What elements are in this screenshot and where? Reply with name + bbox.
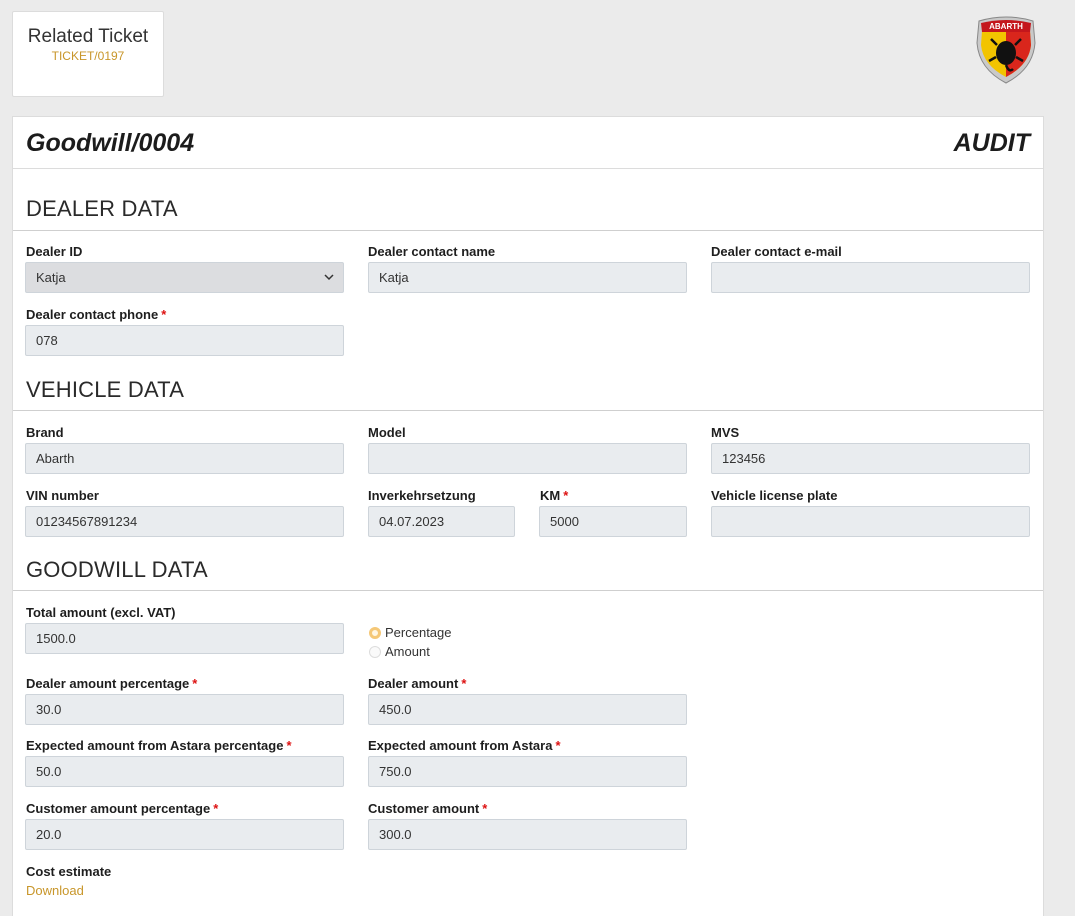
related-ticket-link[interactable]: TICKET/0197 — [13, 49, 163, 63]
model-field[interactable] — [368, 443, 687, 474]
required-marker: * — [286, 738, 292, 753]
vehicle-section-title: VEHICLE DATA — [26, 377, 185, 402]
vin-label: VIN number — [26, 488, 99, 503]
dealer-contact-email-label: Dealer contact e-mail — [711, 244, 842, 259]
required-marker: * — [192, 676, 198, 691]
cost-estimate-label: Cost estimate — [26, 864, 112, 879]
required-marker: * — [482, 801, 488, 816]
customer-pct-field[interactable]: 20.0 — [25, 819, 344, 850]
section-divider — [13, 410, 1043, 411]
required-marker: * — [161, 307, 167, 322]
required-marker: * — [213, 801, 219, 816]
dealer-contact-phone-label-text: Dealer contact phone — [26, 307, 159, 322]
total-amount-label: Total amount (excl. VAT) — [26, 605, 176, 620]
km-field[interactable]: 5000 — [539, 506, 687, 537]
required-marker: * — [555, 738, 561, 753]
radio-unselected-icon — [369, 645, 381, 658]
required-marker: * — [563, 488, 569, 503]
dealer-contact-phone-label: Dealer contact phone * — [26, 307, 166, 322]
license-plate-field[interactable] — [711, 506, 1030, 537]
license-plate-label: Vehicle license plate — [711, 488, 838, 503]
abarth-logo-icon: ABARTH — [976, 16, 1036, 84]
section-divider — [13, 230, 1043, 231]
radio-percentage-label: Percentage — [385, 625, 452, 640]
download-link[interactable]: Download — [26, 883, 84, 898]
dealer-amount-label: Dealer amount * — [368, 676, 466, 691]
dealer-section-title: DEALER DATA — [26, 196, 178, 221]
dealer-contact-name-label: Dealer contact name — [368, 244, 496, 259]
section-divider — [13, 590, 1043, 591]
dealer-pct-label: Dealer amount percentage * — [26, 676, 197, 691]
astara-amount-field[interactable]: 750.0 — [368, 756, 687, 787]
brand-field[interactable]: Abarth — [25, 443, 344, 474]
radio-percentage[interactable]: Percentage — [369, 625, 452, 640]
radio-selected-icon — [369, 626, 381, 639]
radio-amount[interactable]: Amount — [369, 644, 430, 659]
related-ticket-title: Related Ticket — [27, 26, 149, 47]
dealer-pct-label-text: Dealer amount percentage — [26, 676, 190, 691]
astara-pct-label-text: Expected amount from Astara percentage — [26, 738, 284, 753]
dealer-amount-field[interactable]: 450.0 — [368, 694, 687, 725]
astara-pct-field[interactable]: 50.0 — [25, 756, 344, 787]
status-label: AUDIT — [953, 129, 1030, 157]
goodwill-form-panel: Goodwill/0004 AUDIT DEALER DATA Dealer I… — [12, 116, 1044, 916]
related-ticket-card[interactable]: Related Ticket TICKET/0197 — [12, 11, 164, 97]
svg-text:ABARTH: ABARTH — [989, 22, 1023, 31]
dealer-contact-phone-field[interactable]: 078 — [25, 325, 344, 356]
dealer-id-label: Dealer ID — [26, 244, 83, 259]
vin-field[interactable]: 01234567891234 — [25, 506, 344, 537]
customer-pct-label: Customer amount percentage * — [26, 801, 218, 816]
radio-amount-label: Amount — [385, 644, 430, 659]
dealer-id-select[interactable]: Katja — [25, 262, 344, 293]
astara-amount-label-text: Expected amount from Astara — [368, 738, 553, 753]
mvs-field[interactable]: 123456 — [711, 443, 1030, 474]
registration-date-label: Inverkehrsetzung — [368, 488, 476, 503]
km-label: KM * — [540, 488, 568, 503]
dealer-pct-field[interactable]: 30.0 — [25, 694, 344, 725]
customer-pct-label-text: Customer amount percentage — [26, 801, 211, 816]
brand-label: Brand — [26, 425, 64, 440]
model-label: Model — [368, 425, 406, 440]
panel-header: Goodwill/0004 AUDIT — [13, 117, 1043, 169]
total-amount-field[interactable]: 1500.0 — [25, 623, 344, 654]
dealer-contact-email-field[interactable] — [711, 262, 1030, 293]
mvs-label: MVS — [711, 425, 740, 440]
chevron-down-icon — [324, 274, 334, 281]
page-title: Goodwill/0004 — [26, 129, 195, 157]
customer-amount-label: Customer amount * — [368, 801, 487, 816]
dealer-id-value: Katja — [36, 270, 66, 285]
goodwill-section-title: GOODWILL DATA — [26, 557, 208, 582]
customer-amount-label-text: Customer amount — [368, 801, 480, 816]
dealer-contact-name-field[interactable]: Katja — [368, 262, 687, 293]
customer-amount-field[interactable]: 300.0 — [368, 819, 687, 850]
km-label-text: KM — [540, 488, 561, 503]
dealer-amount-label-text: Dealer amount — [368, 676, 459, 691]
registration-date-field[interactable]: 04.07.2023 — [368, 506, 515, 537]
astara-amount-label: Expected amount from Astara * — [368, 738, 561, 753]
astara-pct-label: Expected amount from Astara percentage * — [26, 738, 292, 753]
required-marker: * — [461, 676, 467, 691]
